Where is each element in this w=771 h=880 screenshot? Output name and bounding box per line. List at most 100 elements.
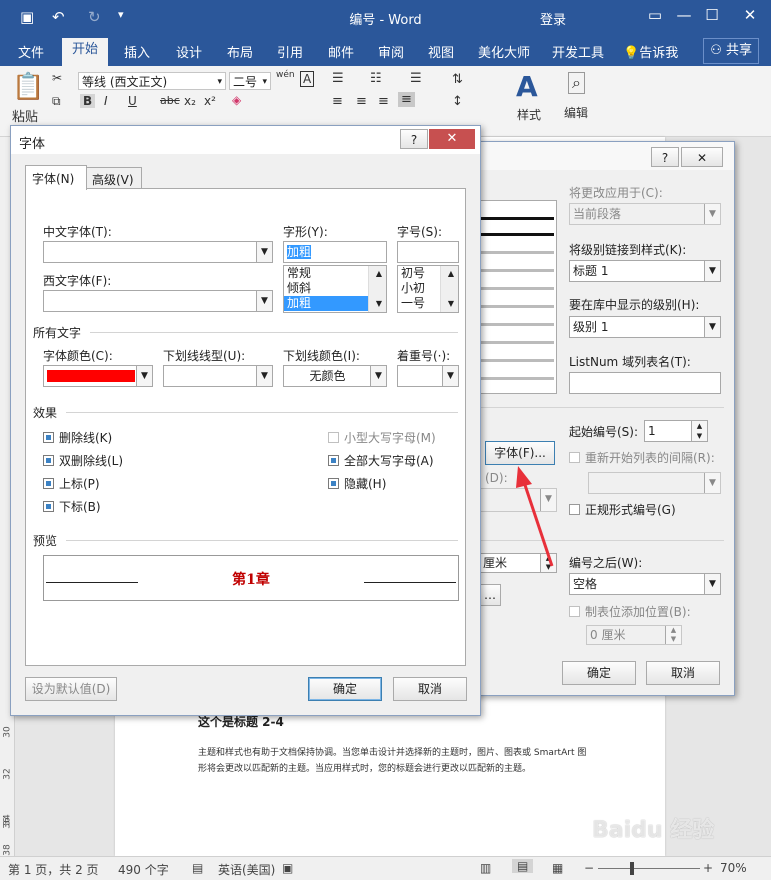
font-name-box[interactable]: 等线 (西文正文) ▾ [78,72,226,90]
numbering-icon[interactable]: ☷ [370,71,382,86]
styles-icon[interactable]: A [516,70,538,103]
listnum-input[interactable] [569,372,721,394]
underline-color-select[interactable]: 无颜色 ▼ [283,365,387,387]
subscript-label: 下标(B) [59,500,101,514]
size-input[interactable] [397,241,459,263]
underline-type-select[interactable]: ▼ [163,365,273,387]
start-at-spinner[interactable]: 1 ▲ ▼ [644,420,708,442]
zoom-slider[interactable] [598,868,700,869]
justify-icon[interactable]: ≡ [398,92,415,107]
share-button[interactable]: ⚇ 共享 [703,38,759,64]
style-list[interactable]: 常规 倾斜 加粗 ▲ ▼ [283,265,387,313]
tab-stop-spinner[interactable]: 0 厘米 ▲ ▼ [586,625,682,645]
close-button[interactable]: ✕ [429,129,475,149]
restart-checkbox[interactable] [569,452,580,463]
style-input[interactable]: 加粗 [283,241,387,263]
tab-review[interactable]: 审阅 [378,42,404,61]
minimize-icon[interactable]: — [672,6,696,24]
web-layout-icon[interactable]: ▦ [552,861,563,875]
word-count[interactable]: 490 个字 [118,861,169,878]
legal-checkbox[interactable] [569,504,580,515]
hidden-checkbox[interactable] [328,478,339,489]
tab-insert[interactable]: 插入 [124,42,150,61]
strikethrough-checkbox[interactable] [43,432,54,443]
tab-view[interactable]: 视图 [428,42,454,61]
multilevel-icon[interactable]: ☰ [410,71,422,86]
restart-select[interactable]: ▼ [588,472,721,494]
tab-font[interactable]: 字体(N) [25,165,87,190]
close-button[interactable]: ✕ [681,147,723,167]
font-color-select[interactable]: ▼ [43,365,153,387]
tab-references[interactable]: 引用 [277,42,303,61]
size-list[interactable]: 初号 小初 一号 ▲ ▼ [397,265,459,313]
print-layout-icon[interactable]: ▤ [512,859,534,873]
tab-mailings[interactable]: 邮件 [328,42,354,61]
numbering-ok-button[interactable]: 确定 [562,661,636,685]
double-strikethrough-checkbox[interactable] [43,455,54,466]
page-count[interactable]: 第 1 页，共 2 页 [8,861,99,878]
zoom-in-icon[interactable]: + [703,861,713,875]
bullets-icon[interactable]: ☰ [332,71,344,86]
strikethrough-icon[interactable]: abc [160,94,180,107]
ribbon-display-icon[interactable]: ▭ [643,6,667,24]
arrow-head [516,466,532,488]
clear-format-icon[interactable]: ◈ [232,93,241,107]
help-button[interactable]: ? [651,147,679,167]
font-ok-button[interactable]: 确定 [308,677,382,701]
emphasis-select[interactable]: ▼ [397,365,459,387]
tab-design[interactable]: 设计 [176,42,202,61]
zoom-slider-thumb[interactable] [630,862,634,875]
west-font-select[interactable]: ▼ [43,290,273,312]
cn-font-select[interactable]: ▼ [43,241,273,263]
small-caps-checkbox[interactable] [328,432,339,443]
zoom-level[interactable]: 70% [720,861,747,875]
set-default-button[interactable]: 设为默认值(D) [25,677,117,701]
read-mode-icon[interactable]: ▥ [480,861,491,875]
align-right-icon[interactable]: ≡ [378,94,389,109]
bold-icon[interactable]: B [80,94,96,108]
close-icon[interactable]: ✕ [738,6,762,24]
follow-select[interactable]: 空格 ▼ [569,573,721,595]
find-icon[interactable]: ⌕ [568,72,585,94]
tab-advanced[interactable]: 高级(V) [86,167,142,189]
size-list-scrollbar[interactable]: ▲ ▼ [440,266,458,312]
sort-icon[interactable]: ⇅ [452,72,463,87]
macro-icon[interactable]: ▣ [282,861,293,875]
all-caps-checkbox[interactable] [328,455,339,466]
link-style-select[interactable]: 标题 1 ▼ [569,260,721,282]
font-size-box[interactable]: 二号 ▾ [229,72,271,90]
cut-icon[interactable]: ✂ [52,71,62,85]
login-link[interactable]: 登录 [540,9,566,28]
style-list-scrollbar[interactable]: ▲ ▼ [368,266,386,312]
align-center-icon[interactable]: ≡ [356,94,367,109]
char-border-icon[interactable]: A [300,71,315,87]
superscript-checkbox[interactable] [43,478,54,489]
maximize-icon[interactable]: ☐ [700,6,724,24]
tab-layout[interactable]: 布局 [227,42,253,61]
paste-icon[interactable]: 📋 [12,72,44,102]
language-indicator[interactable]: 英语(美国) [218,861,275,878]
numbering-cancel-button[interactable]: 取消 [646,661,720,685]
gallery-level-select[interactable]: 级别 1 ▼ [569,316,721,338]
phonetic-guide-icon[interactable]: wén [276,70,295,80]
proofing-icon[interactable]: ▤ [192,861,203,875]
subscript-icon[interactable]: x₂ [184,94,196,108]
italic-icon[interactable]: I [104,94,108,108]
underline-icon[interactable]: U [128,94,137,108]
partial-more-button[interactable]: … [479,584,501,606]
subscript-checkbox[interactable] [43,501,54,512]
line-spacing-icon[interactable]: ↕ [452,94,463,109]
tab-home[interactable]: 开始 [62,38,109,66]
tab-developer[interactable]: 开发工具 [552,42,604,61]
tab-stop-checkbox[interactable] [569,606,580,617]
zoom-out-icon[interactable]: − [584,861,594,875]
font-cancel-button[interactable]: 取消 [393,677,467,701]
help-button[interactable]: ? [400,129,428,149]
align-left-icon[interactable]: ≡ [332,94,343,109]
superscript-icon[interactable]: x² [204,94,216,108]
apply-to-select[interactable]: 当前段落 ▼ [569,203,721,225]
tab-beautify[interactable]: 美化大师 [478,42,530,61]
tell-me[interactable]: 💡告诉我 [623,42,678,61]
tab-file[interactable]: 文件 [18,42,44,61]
copy-icon[interactable]: ⧉ [52,94,61,109]
